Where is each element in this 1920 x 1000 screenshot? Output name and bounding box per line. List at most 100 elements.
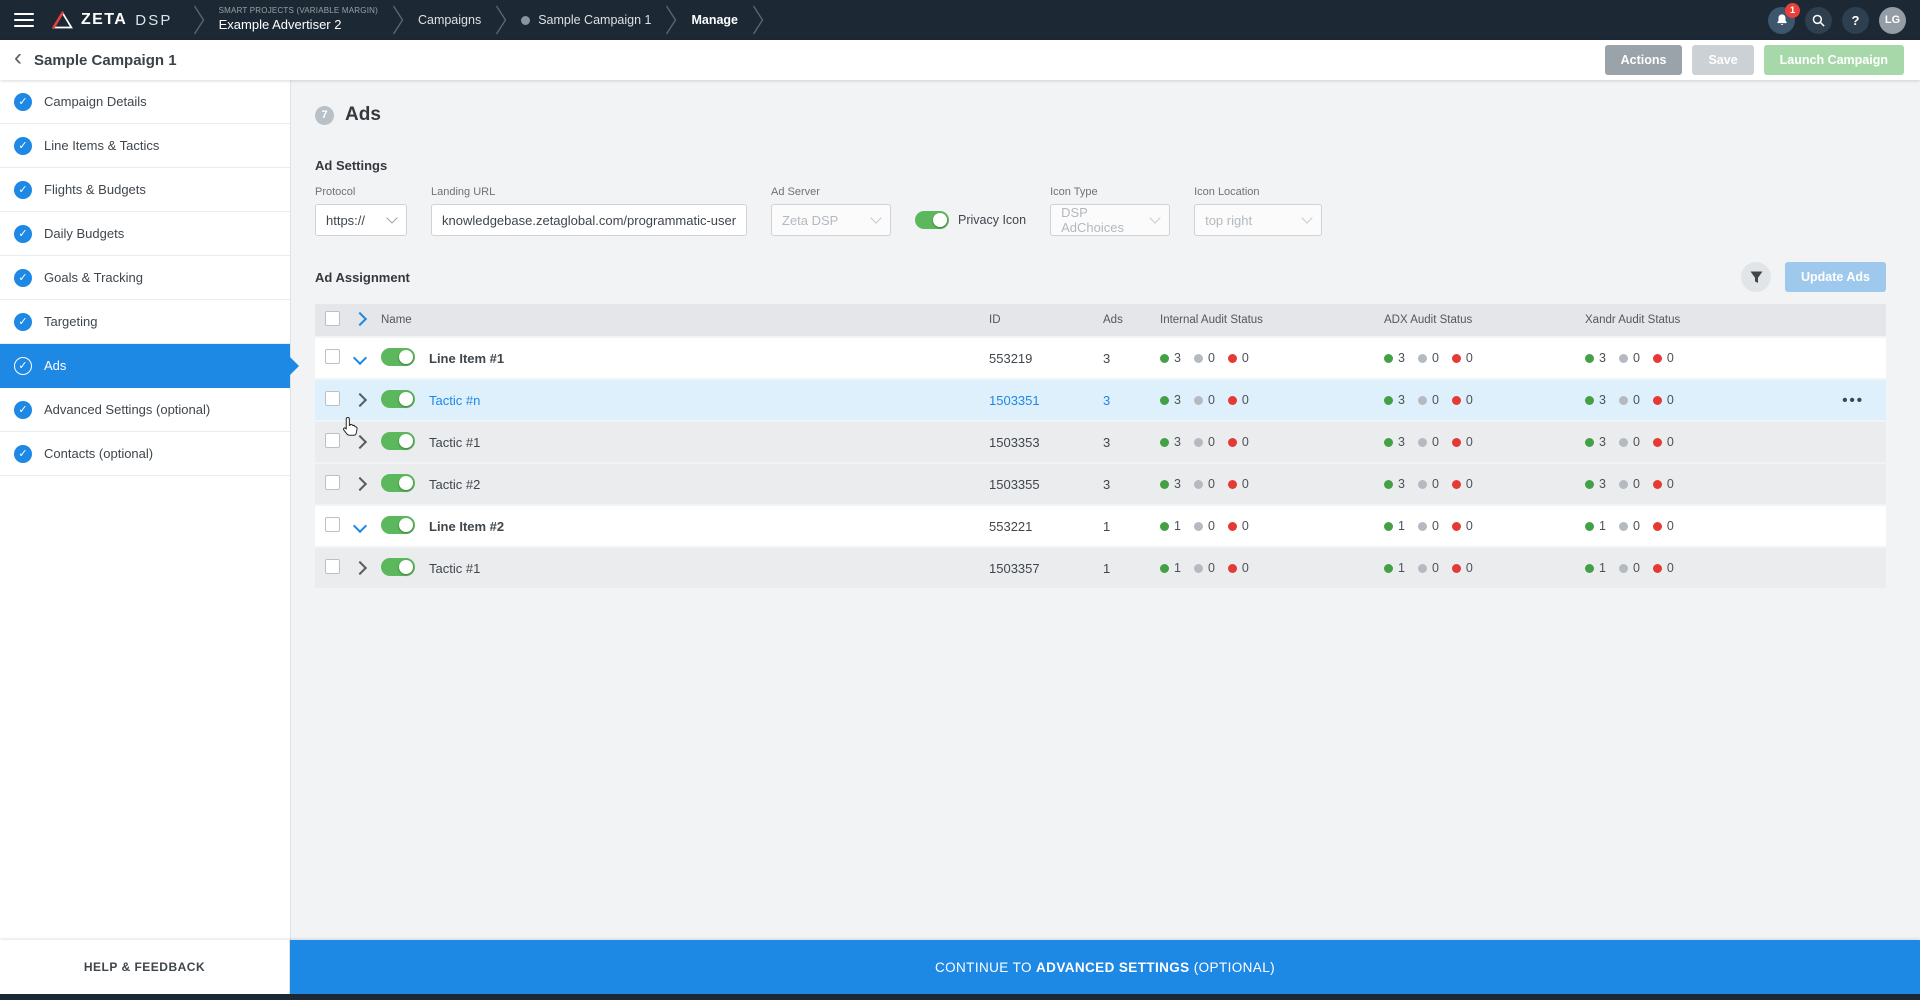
row-enabled-toggle[interactable] (381, 432, 415, 450)
search-icon (1811, 13, 1826, 28)
row-enabled-toggle[interactable] (381, 558, 415, 576)
breadcrumb-campaign-label: Sample Campaign 1 (538, 13, 651, 27)
row-checkbox[interactable] (325, 391, 340, 406)
privacy-icon-toggle[interactable] (915, 211, 949, 229)
sidebar-item-ads[interactable]: ✓ Ads (0, 344, 290, 388)
launch-campaign-button[interactable]: Launch Campaign (1764, 45, 1904, 75)
row-checkbox[interactable] (325, 349, 340, 364)
row-adx-audit-status: 300 (1384, 435, 1585, 449)
row-internal-audit-status: 100 (1160, 519, 1384, 533)
row-xandr-audit-status: 300 (1585, 393, 1785, 407)
ad-server-select[interactable]: Zeta DSP (771, 204, 891, 236)
select-all-checkbox[interactable] (325, 311, 340, 326)
top-nav: ZETA DSP SMART PROJECTS (VARIABLE MARGIN… (0, 0, 1920, 40)
page-title-row: 7 Ads (315, 104, 1886, 126)
audit-dot-rejected: 0 (1228, 519, 1249, 533)
breadcrumb-separator-icon (665, 5, 677, 35)
row-id: 1503357 (989, 561, 1103, 576)
icon-type-select[interactable]: DSP AdChoices (1050, 204, 1170, 236)
row-enabled-toggle[interactable] (381, 390, 415, 408)
breadcrumb-advertiser[interactable]: SMART PROJECTS (VARIABLE MARGIN) Example… (219, 6, 378, 33)
breadcrumb-separator-icon (495, 5, 507, 35)
back-button[interactable]: ‹ (14, 46, 22, 70)
row-checkbox[interactable] (325, 517, 340, 532)
table-row[interactable]: Line Item #2 553221 1 100 100 100 ••• (315, 506, 1886, 548)
row-expand-icon[interactable] (353, 434, 367, 448)
row-id: 1503351 (989, 393, 1103, 408)
sidebar-item-contacts-optional[interactable]: ✓ Contacts (optional) (0, 432, 290, 476)
audit-dot-rejected: 0 (1452, 477, 1473, 491)
table-row[interactable]: Tactic #2 1503355 3 300 300 300 ••• (315, 464, 1886, 506)
row-name[interactable]: Tactic #2 (429, 477, 480, 492)
icon-location-select[interactable]: top right (1194, 204, 1322, 236)
row-enabled-toggle[interactable] (381, 516, 415, 534)
row-name[interactable]: Tactic #n (429, 393, 480, 408)
column-name[interactable]: Name (381, 314, 989, 326)
row-checkbox[interactable] (325, 475, 340, 490)
audit-dot-rejected: 0 (1452, 435, 1473, 449)
breadcrumb-manage[interactable]: Manage (691, 13, 738, 27)
row-name[interactable]: Line Item #2 (429, 519, 504, 534)
row-name[interactable]: Tactic #1 (429, 435, 480, 450)
row-expand-icon[interactable] (353, 392, 367, 406)
actions-button[interactable]: Actions (1605, 45, 1683, 75)
sidebar-item-targeting[interactable]: ✓ Targeting (0, 300, 290, 344)
chevron-down-icon (1149, 212, 1160, 223)
protocol-label: Protocol (315, 186, 407, 198)
audit-dot-pending: 0 (1194, 435, 1215, 449)
audit-dot-approved: 3 (1160, 351, 1181, 365)
sidebar-item-label: Daily Budgets (44, 226, 124, 241)
row-checkbox[interactable] (325, 559, 340, 574)
row-expand-icon[interactable] (353, 518, 367, 532)
sidebar-item-line-items-tactics[interactable]: ✓ Line Items & Tactics (0, 124, 290, 168)
landing-url-input[interactable] (431, 204, 747, 236)
toggle-knob (399, 350, 413, 364)
audit-dot-pending: 0 (1619, 351, 1640, 365)
ad-server-value: Zeta DSP (782, 213, 838, 228)
menu-icon[interactable] (14, 13, 34, 27)
notifications-button[interactable]: 1 (1768, 7, 1795, 34)
filter-button[interactable] (1741, 262, 1771, 292)
help-button[interactable]: ? (1842, 7, 1869, 34)
table-row[interactable]: Line Item #1 553219 3 300 300 300 ••• (315, 338, 1886, 380)
sidebar-item-daily-budgets[interactable]: ✓ Daily Budgets (0, 212, 290, 256)
audit-dot-rejected: 0 (1228, 393, 1249, 407)
row-menu-icon[interactable]: ••• (1842, 392, 1864, 409)
page-header: ‹ Sample Campaign 1 Actions Save Launch … (0, 40, 1920, 80)
row-name[interactable]: Line Item #1 (429, 351, 504, 366)
column-internal-audit-status: Internal Audit Status (1160, 314, 1384, 326)
help-feedback-button[interactable]: HELP & FEEDBACK (0, 940, 290, 994)
breadcrumb-campaign[interactable]: Sample Campaign 1 (521, 13, 651, 27)
row-expand-icon[interactable] (353, 350, 367, 364)
sidebar-item-goals-tracking[interactable]: ✓ Goals & Tracking (0, 256, 290, 300)
row-enabled-toggle[interactable] (381, 348, 415, 366)
save-button[interactable]: Save (1692, 45, 1753, 75)
sidebar-item-label: Ads (44, 358, 66, 373)
table-row[interactable]: Tactic #1 1503357 1 100 100 100 ••• (315, 548, 1886, 590)
audit-dot-pending: 0 (1418, 351, 1439, 365)
continue-button[interactable]: CONTINUE TO ADVANCED SETTINGS (OPTIONAL) (290, 940, 1920, 994)
row-name[interactable]: Tactic #1 (429, 561, 480, 576)
toggle-knob (399, 518, 413, 532)
sidebar-item-advanced-settings-optional[interactable]: ✓ Advanced Settings (optional) (0, 388, 290, 432)
sidebar-item-label: Campaign Details (44, 94, 147, 109)
row-enabled-toggle[interactable] (381, 474, 415, 492)
row-checkbox[interactable] (325, 433, 340, 448)
ad-settings-title: Ad Settings (315, 158, 1886, 173)
toggle-knob (399, 476, 413, 490)
expand-all-icon[interactable] (353, 311, 367, 325)
user-avatar[interactable]: LG (1879, 7, 1906, 34)
update-ads-button[interactable]: Update Ads (1785, 262, 1886, 292)
breadcrumb-campaigns[interactable]: Campaigns (418, 13, 481, 27)
table-row[interactable]: Tactic #1 1503353 3 300 300 300 ••• (315, 422, 1886, 464)
sidebar-item-flights-budgets[interactable]: ✓ Flights & Budgets (0, 168, 290, 212)
search-button[interactable] (1805, 7, 1832, 34)
row-expand-icon[interactable] (353, 476, 367, 490)
row-expand-icon[interactable] (353, 560, 367, 574)
row-id: 1503353 (989, 435, 1103, 450)
table-row[interactable]: Tactic #n 1503351 3 300 300 300 ••• (315, 380, 1886, 422)
protocol-select[interactable]: https:// (315, 204, 407, 236)
zeta-dsp-logo[interactable]: ZETA DSP (52, 11, 173, 29)
landing-url-label: Landing URL (431, 186, 747, 198)
sidebar-item-campaign-details[interactable]: ✓ Campaign Details (0, 80, 290, 124)
